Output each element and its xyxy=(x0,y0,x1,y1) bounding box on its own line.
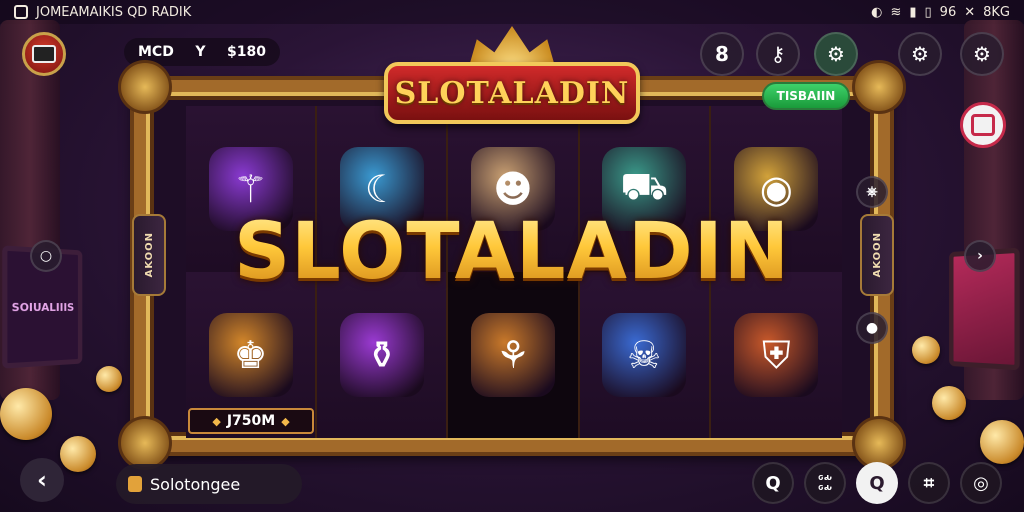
lock-icon xyxy=(128,476,142,492)
coin-icon xyxy=(0,388,52,440)
grid-button[interactable]: ԍԃ ԍԃ xyxy=(804,462,846,504)
side-tab-right[interactable]: AKOON xyxy=(860,214,894,296)
target-icon: ◎ xyxy=(973,472,989,494)
reel-symbol-glyph: ⚱ xyxy=(365,333,398,377)
circle-icon: ○ xyxy=(39,248,53,264)
game-name-label: Solotongee xyxy=(150,474,241,494)
globe-icon: ⚙ xyxy=(827,42,845,66)
level-button[interactable]: 8 xyxy=(700,32,744,76)
side-mini-button[interactable]: ● xyxy=(856,312,888,344)
signal-icon: ▮ xyxy=(909,4,917,20)
settings-icon: ⚙ xyxy=(973,42,991,66)
side-tab-right-label: AKOON xyxy=(871,232,883,278)
gear-button[interactable]: ⚙ xyxy=(898,32,942,76)
grid-icon-top: ԍԃ xyxy=(818,473,832,483)
status-bar-left: JOMEAMAIKIS QD RADIK xyxy=(14,5,191,20)
zoom-button[interactable]: Q xyxy=(856,462,898,504)
coin-icon xyxy=(932,386,966,420)
status-badge[interactable]: TISBAIIN xyxy=(762,82,850,110)
target-button[interactable]: ◎ xyxy=(960,462,1002,504)
crop-button[interactable]: ⌗ xyxy=(908,462,950,504)
gear-icon: ⚙ xyxy=(911,42,929,66)
win-amount: J750M xyxy=(226,413,276,429)
diamond-icon: ◆ xyxy=(212,414,221,428)
reel-symbol-glyph: ☠ xyxy=(627,333,662,377)
reel-symbol-glyph: ⚘ xyxy=(495,333,531,377)
status-bar-title: JOMEAMAIKIS QD RADIK xyxy=(36,4,192,20)
title-banner: SLOTALADIN xyxy=(384,62,640,124)
background-screen-text: SOIUALIIIS xyxy=(11,300,75,314)
app-icon xyxy=(14,5,28,19)
wifi-icon: ≋ xyxy=(890,4,902,20)
balance-separator: Y xyxy=(195,44,206,60)
coin-icon xyxy=(912,336,940,364)
next-button[interactable]: › xyxy=(964,240,996,272)
chevron-left-icon: ‹ xyxy=(37,466,47,494)
diamond-icon: ◆ xyxy=(281,414,290,428)
close-x-icon: ✕ xyxy=(964,4,976,20)
coin-icon xyxy=(60,436,96,472)
key-button[interactable]: ⚷ xyxy=(756,32,800,76)
golden-idol-icon: ♚ xyxy=(208,313,293,397)
search-icon: Q xyxy=(765,472,781,494)
left-mini-button[interactable]: ○ xyxy=(30,240,62,272)
reel-symbol-glyph: ♚ xyxy=(233,333,268,377)
status-bar: JOMEAMAIKIS QD RADIK ◐ ≋ ▮ ▯ 96 ✕ 8KG xyxy=(0,0,1024,24)
side-mini-button[interactable]: ⎈ xyxy=(856,176,888,208)
banner-title: SLOTALADIN xyxy=(394,75,630,111)
zoom-icon: Q xyxy=(869,472,885,494)
crop-icon: ⌗ xyxy=(923,472,935,494)
key-icon: ⚷ xyxy=(770,42,786,66)
reel-symbol-glyph: ⛨ xyxy=(762,332,791,377)
grid-icon-bottom: ԍԃ xyxy=(818,483,832,493)
stop-button[interactable] xyxy=(960,102,1006,148)
info-icon: ⎈ xyxy=(866,184,878,200)
frame-corner-ornament xyxy=(852,60,906,114)
battery-icon: ▯ xyxy=(924,4,932,20)
game-logo: SLOTALADIN xyxy=(180,200,844,304)
balance-amount: $180 xyxy=(227,44,266,60)
status-number: 96 xyxy=(939,4,957,20)
shield-ribbon-icon: ⛨ xyxy=(734,313,819,397)
game-name-pill[interactable]: Solotongee xyxy=(116,464,302,504)
back-button[interactable]: ‹ xyxy=(20,458,64,502)
level-label: 8 xyxy=(715,42,729,66)
win-amount-box: ◆ J750M ◆ xyxy=(188,408,314,434)
chevron-right-icon: › xyxy=(977,248,983,264)
balance-currency: MCD xyxy=(138,44,174,60)
grid-icon: ԍԃ ԍԃ xyxy=(818,473,832,493)
status-bar-right: ◐ ≋ ▮ ▯ 96 ✕ 8KG xyxy=(871,5,1010,20)
blue-demon-icon: ☠ xyxy=(602,313,687,397)
purple-lamp-icon: ⚱ xyxy=(339,313,424,397)
frame-corner-ornament xyxy=(118,416,172,470)
frame-corner-ornament xyxy=(118,60,172,114)
sitar-bowl-icon: ⚘ xyxy=(470,313,555,397)
avatar[interactable] xyxy=(22,32,66,76)
circle-icon: ◐ xyxy=(871,4,883,20)
globe-button[interactable]: ⚙ xyxy=(814,32,858,76)
status-size: 8KG xyxy=(983,4,1010,20)
coin-icon xyxy=(96,366,122,392)
settings-button[interactable]: ⚙ xyxy=(960,32,1004,76)
side-tab-left-label: AKOON xyxy=(143,232,155,278)
dot-icon: ● xyxy=(865,320,879,336)
coin-icon xyxy=(980,420,1024,464)
side-tab-left[interactable]: AKOON xyxy=(132,214,166,296)
search-button[interactable]: Q xyxy=(752,462,794,504)
